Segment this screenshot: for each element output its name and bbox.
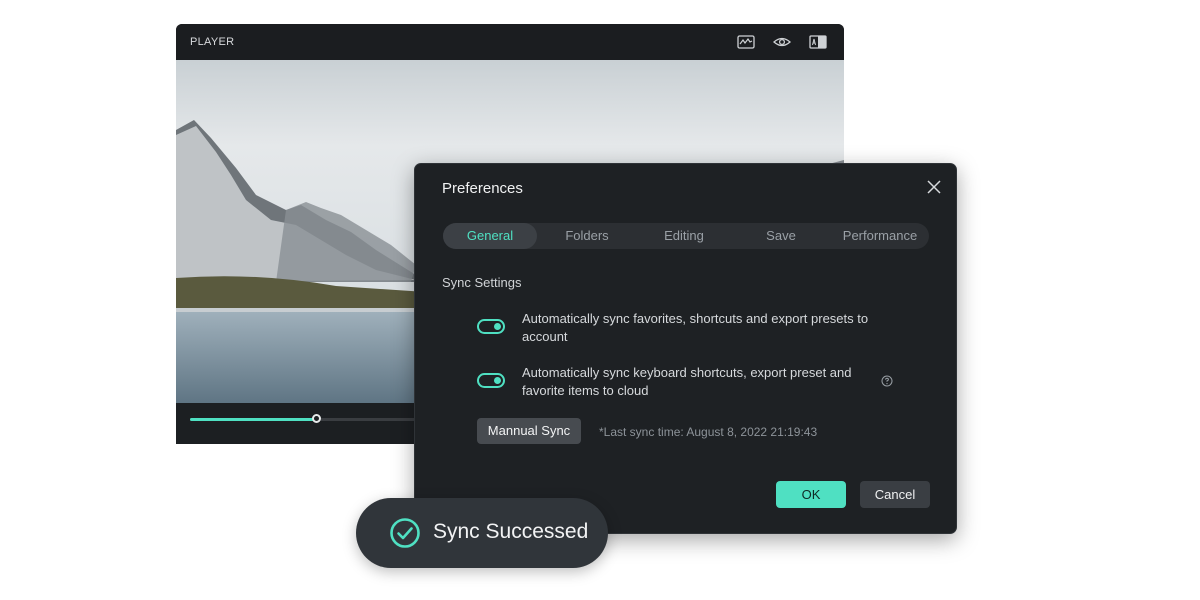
player-title: PLAYER bbox=[190, 36, 235, 48]
tab-performance[interactable]: Performance bbox=[831, 223, 929, 249]
sync-success-toast: Sync Successed bbox=[356, 498, 608, 568]
cancel-button[interactable]: Cancel bbox=[860, 481, 930, 508]
sync-settings-heading: Sync Settings bbox=[442, 275, 522, 290]
dialog-title: Preferences bbox=[442, 180, 523, 197]
toggle-knob bbox=[494, 377, 501, 384]
eye-icon[interactable] bbox=[773, 34, 791, 50]
tab-save[interactable]: Save bbox=[734, 223, 828, 249]
preferences-tabs: General Folders Editing Save Performance bbox=[443, 223, 929, 249]
sync-shortcuts-toggle[interactable] bbox=[477, 373, 505, 388]
toggle-knob bbox=[494, 323, 501, 330]
progress-fill bbox=[190, 418, 317, 421]
last-sync-time: *Last sync time: August 8, 2022 21:19:43 bbox=[599, 425, 818, 439]
waveform-icon[interactable] bbox=[737, 34, 755, 50]
tab-folders[interactable]: Folders bbox=[540, 223, 634, 249]
ok-button[interactable]: OK bbox=[776, 481, 846, 508]
manual-sync-button[interactable]: Mannual Sync bbox=[477, 418, 581, 444]
tab-editing[interactable]: Editing bbox=[637, 223, 731, 249]
ab-compare-icon[interactable] bbox=[809, 34, 827, 50]
sync-shortcuts-label: Automatically sync keyboard shortcuts, e… bbox=[522, 365, 852, 398]
tab-general[interactable]: General bbox=[443, 223, 537, 249]
player-header: PLAYER bbox=[176, 24, 844, 60]
progress-bar[interactable] bbox=[190, 414, 416, 423]
sync-favorites-toggle[interactable] bbox=[477, 319, 505, 334]
close-icon[interactable] bbox=[925, 178, 943, 196]
toast-message: Sync Successed bbox=[433, 520, 589, 543]
sync-favorites-label: Automatically sync favorites, shortcuts … bbox=[522, 311, 869, 344]
preferences-dialog: Preferences General Folders Editing Save… bbox=[414, 163, 957, 534]
help-icon[interactable] bbox=[881, 375, 893, 387]
progress-knob[interactable] bbox=[311, 414, 321, 423]
check-circle-icon bbox=[390, 518, 420, 548]
